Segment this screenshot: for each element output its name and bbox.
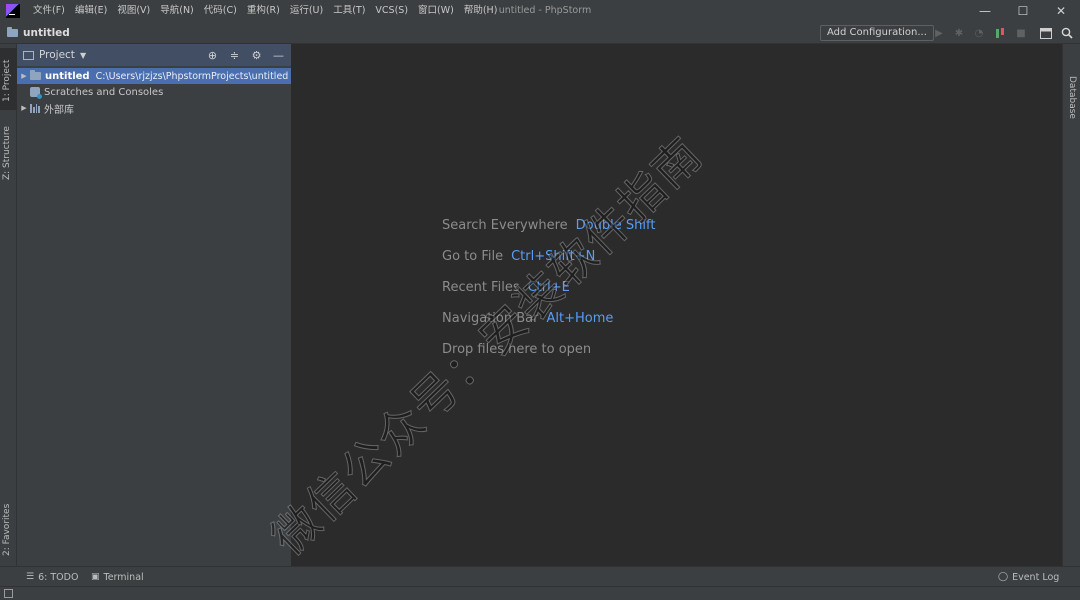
expand-arrow-icon[interactable]: ▶ bbox=[18, 104, 30, 112]
scratches-icon bbox=[30, 87, 42, 99]
menu-refactor[interactable]: 重构(R) bbox=[242, 0, 285, 22]
tab-event-log-label: Event Log bbox=[1012, 571, 1060, 583]
hint-shortcut: Ctrl+Shift+N bbox=[511, 249, 596, 264]
project-view-selector[interactable]: Project ▼ bbox=[23, 49, 86, 61]
tab-database-label: Database bbox=[1067, 76, 1077, 119]
minimize-button[interactable]: — bbox=[966, 0, 1004, 22]
breadcrumb-label: untitled bbox=[23, 26, 70, 39]
tab-favorites-label: 2: Favorites bbox=[2, 503, 12, 556]
folder-icon bbox=[7, 26, 18, 37]
hint-label: Navigation Bar bbox=[442, 311, 539, 326]
tab-terminal[interactable]: ▣ Terminal bbox=[91, 567, 144, 587]
hint-recent-files: Recent Files Ctrl+E bbox=[442, 272, 655, 303]
menu-navigate[interactable]: 导航(N) bbox=[155, 0, 199, 22]
main-menu: 文件(F) 编辑(E) 视图(V) 导航(N) 代码(C) 重构(R) 运行(U… bbox=[28, 0, 502, 22]
menu-edit[interactable]: 编辑(E) bbox=[70, 0, 112, 22]
tree-row-project-root[interactable]: ▶ untitled C:\Users\rjzjzs\PhpstormProje… bbox=[17, 68, 291, 84]
menu-run[interactable]: 运行(U) bbox=[285, 0, 328, 22]
menu-tools[interactable]: 工具(T) bbox=[328, 0, 370, 22]
navigation-toolbar: untitled Add Configuration... ▶ ✱ ◔ ■ bbox=[0, 22, 1080, 44]
project-view-icon bbox=[23, 50, 34, 60]
editor-hints: Search Everywhere Double Shift Go to Fil… bbox=[442, 210, 655, 365]
project-panel-title: Project bbox=[39, 49, 75, 61]
debug-icon[interactable]: ✱ bbox=[952, 26, 966, 40]
run-icon[interactable]: ▶ bbox=[932, 26, 946, 40]
folder-icon bbox=[30, 70, 41, 80]
toggle-tool-windows-icon[interactable] bbox=[4, 589, 13, 598]
tab-event-log[interactable]: ◯ Event Log bbox=[998, 567, 1059, 587]
hint-shortcut: Ctrl+E bbox=[527, 280, 570, 295]
menu-window[interactable]: 窗口(W) bbox=[413, 0, 459, 22]
editor-area[interactable]: Search Everywhere Double Shift Go to Fil… bbox=[292, 44, 1062, 566]
tab-database[interactable]: Database bbox=[1063, 52, 1080, 119]
stop-icon[interactable]: ■ bbox=[1014, 26, 1028, 40]
tab-project-label: 1: Project bbox=[2, 59, 12, 102]
window-controls: — ☐ ✕ bbox=[966, 0, 1080, 22]
hint-label: Drop files here to open bbox=[442, 342, 592, 357]
tab-structure-label: Z: Structure bbox=[2, 126, 12, 180]
tab-terminal-label: Terminal bbox=[103, 571, 144, 583]
breadcrumb[interactable]: untitled bbox=[7, 26, 70, 39]
tab-project[interactable]: 1: Project bbox=[0, 48, 17, 110]
hint-shortcut: Alt+Home bbox=[546, 311, 614, 326]
window-title: untitled - PhpStorm bbox=[498, 5, 592, 16]
layout-icon[interactable] bbox=[1039, 26, 1053, 40]
tab-todo-label: 6: TODO bbox=[38, 571, 79, 583]
hint-shortcut: Double Shift bbox=[575, 218, 656, 233]
bottom-tool-stripe: ☰ 6: TODO ▣ Terminal ◯ Event Log bbox=[0, 566, 1080, 586]
menu-file[interactable]: 文件(F) bbox=[28, 0, 70, 22]
gear-icon[interactable]: ⚙ bbox=[250, 49, 263, 62]
tab-todo[interactable]: ☰ 6: TODO bbox=[26, 567, 78, 587]
menu-vcs[interactable]: VCS(S) bbox=[370, 0, 413, 22]
close-button[interactable]: ✕ bbox=[1042, 0, 1080, 22]
tree-row-external-libraries[interactable]: ▶ 外部库 bbox=[17, 100, 291, 116]
vcs-update-icon[interactable] bbox=[994, 26, 1008, 40]
status-bar bbox=[0, 586, 1080, 600]
menu-view[interactable]: 视图(V) bbox=[112, 0, 155, 22]
hide-icon[interactable]: — bbox=[272, 49, 285, 62]
project-panel-header: Project ▼ ⊕ ≑ ⚙ — bbox=[17, 44, 291, 66]
tree-item-name: 外部库 bbox=[44, 104, 74, 116]
search-icon[interactable] bbox=[1060, 26, 1074, 40]
tab-structure[interactable]: Z: Structure bbox=[0, 116, 17, 186]
todo-list-icon: ☰ bbox=[26, 572, 35, 582]
locate-icon[interactable]: ⊕ bbox=[206, 49, 219, 62]
maximize-button[interactable]: ☐ bbox=[1004, 0, 1042, 22]
right-tool-stripe: Database bbox=[1062, 44, 1080, 566]
add-configuration-button[interactable]: Add Configuration... bbox=[820, 25, 934, 41]
event-log-icon: ◯ bbox=[998, 572, 1009, 582]
tree-item-name: Scratches and Consoles bbox=[44, 86, 164, 98]
menu-help[interactable]: 帮助(H) bbox=[459, 0, 503, 22]
chevron-down-icon: ▼ bbox=[79, 50, 87, 60]
menu-code[interactable]: 代码(C) bbox=[199, 0, 242, 22]
title-bar: 文件(F) 编辑(E) 视图(V) 导航(N) 代码(C) 重构(R) 运行(U… bbox=[0, 0, 1080, 22]
hint-navigation-bar: Navigation Bar Alt+Home bbox=[442, 303, 655, 334]
coverage-icon[interactable]: ◔ bbox=[972, 26, 986, 40]
hint-label: Search Everywhere bbox=[442, 218, 568, 233]
hint-drop-files: Drop files here to open bbox=[442, 334, 655, 365]
hint-label: Recent Files bbox=[442, 280, 520, 295]
hint-search-everywhere: Search Everywhere Double Shift bbox=[442, 210, 655, 241]
project-panel-actions: ⊕ ≑ ⚙ — bbox=[206, 44, 285, 66]
tree-item-path: C:\Users\rjzjzs\PhpstormProjects\untitle… bbox=[95, 70, 289, 82]
project-tree: ▶ untitled C:\Users\rjzjzs\PhpstormProje… bbox=[17, 66, 291, 116]
tree-row-scratches[interactable]: Scratches and Consoles bbox=[17, 84, 291, 100]
hint-label: Go to File bbox=[442, 249, 504, 264]
hint-go-to-file: Go to File Ctrl+Shift+N bbox=[442, 241, 655, 272]
expand-arrow-icon[interactable]: ▶ bbox=[18, 72, 30, 80]
terminal-icon: ▣ bbox=[91, 572, 100, 582]
left-tool-stripe: 1: Project Z: Structure 2: Favorites bbox=[0, 44, 17, 566]
library-icon bbox=[30, 103, 40, 113]
tab-favorites[interactable]: 2: Favorites bbox=[0, 490, 17, 560]
tree-item-name: untitled bbox=[45, 70, 90, 82]
project-panel: Project ▼ ⊕ ≑ ⚙ — ▶ untitled C:\Users\rj… bbox=[17, 44, 292, 566]
phpstorm-logo-icon bbox=[6, 4, 20, 18]
collapse-all-icon[interactable]: ≑ bbox=[228, 49, 241, 62]
